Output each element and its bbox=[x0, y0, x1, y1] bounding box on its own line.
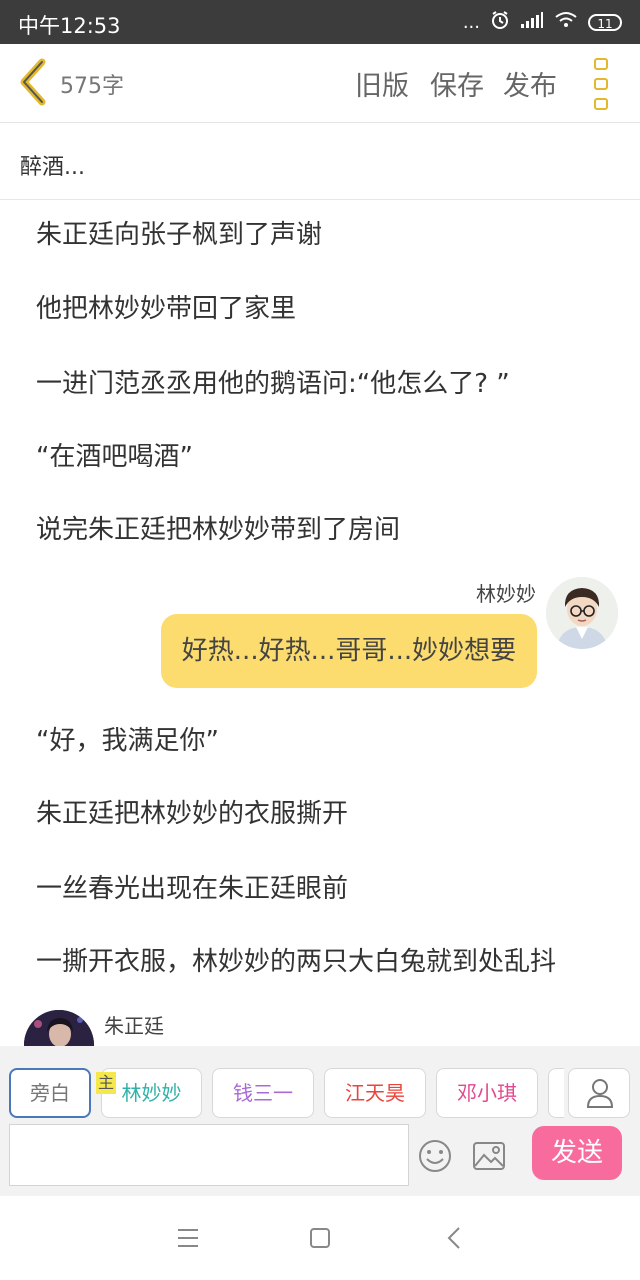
message-input[interactable] bbox=[9, 1124, 409, 1186]
status-time: 中午12:53 bbox=[18, 14, 121, 38]
old-version-button[interactable]: 旧版 bbox=[355, 64, 409, 103]
narration-line[interactable]: “在酒吧喝酒” bbox=[36, 436, 193, 473]
back-button[interactable] bbox=[14, 58, 54, 106]
home-nav-button[interactable] bbox=[300, 1218, 340, 1258]
narration-line[interactable]: 说完朱正廷把林妙妙带到了房间 bbox=[36, 509, 400, 546]
story-title: 醉酒... bbox=[20, 155, 85, 180]
more-dots-icon: ... bbox=[462, 11, 480, 33]
character-chip-linmiaomiao[interactable]: 林妙妙 bbox=[101, 1068, 202, 1118]
main-character-badge: 主 bbox=[96, 1072, 116, 1094]
send-button[interactable]: 发送 bbox=[532, 1126, 622, 1180]
avatar[interactable] bbox=[24, 1010, 94, 1046]
menu-icon bbox=[178, 1229, 198, 1247]
narration-line[interactable]: 一撕开衣服，林妙妙的两只大白兔就到处乱抖 bbox=[36, 941, 556, 978]
back-arrow-icon bbox=[447, 1227, 460, 1249]
battery-icon: 11 bbox=[588, 13, 622, 31]
home-square-icon bbox=[310, 1228, 330, 1248]
narration-line[interactable]: 一进门范丞丞用他的鹅语问:“他怎么了? ” bbox=[36, 363, 510, 400]
narration-line[interactable]: 朱正廷把林妙妙的衣服撕开 bbox=[36, 793, 348, 830]
menu-nav-button[interactable] bbox=[168, 1218, 208, 1258]
top-bar: 575字 旧版 保存 发布 bbox=[0, 44, 640, 123]
person-icon bbox=[586, 1079, 614, 1108]
speaker-name: 朱正廷 bbox=[104, 1014, 164, 1038]
avatar[interactable] bbox=[546, 577, 618, 649]
narration-line[interactable]: 朱正廷向张子枫到了声谢 bbox=[36, 214, 322, 251]
dialogue-bubble[interactable]: 好热...好热...哥哥...妙妙想要 bbox=[161, 614, 537, 688]
speaker-name: 林妙妙 bbox=[476, 582, 536, 606]
wifi-icon bbox=[554, 11, 578, 34]
manage-characters-button[interactable] bbox=[568, 1068, 630, 1118]
narration-line[interactable]: 一丝春光出现在朱正廷眼前 bbox=[36, 868, 348, 905]
navigation-bar bbox=[0, 1196, 640, 1280]
character-chip-jiangtianhao[interactable]: 江天昊 bbox=[324, 1068, 426, 1118]
emoji-button[interactable] bbox=[415, 1136, 455, 1176]
publish-button[interactable]: 发布 bbox=[503, 64, 557, 103]
back-nav-button[interactable] bbox=[434, 1218, 474, 1258]
story-title-row[interactable]: 醉酒... bbox=[0, 123, 640, 200]
menu-square-icon bbox=[594, 58, 608, 70]
status-icons: ... 11 bbox=[463, 10, 622, 34]
alarm-icon bbox=[490, 10, 510, 35]
word-count: 575字 bbox=[60, 74, 124, 99]
chevron-left-icon bbox=[20, 58, 46, 106]
character-chip-partial[interactable] bbox=[548, 1068, 564, 1118]
menu-square-icon bbox=[594, 98, 608, 110]
narration-line[interactable]: 他把林妙妙带回了家里 bbox=[36, 288, 296, 325]
character-chip-narrator[interactable]: 旁白 bbox=[9, 1068, 91, 1118]
signal-icon bbox=[520, 11, 544, 34]
image-button[interactable] bbox=[469, 1136, 509, 1176]
character-chip-dengxiaoqi[interactable]: 邓小琪 bbox=[436, 1068, 538, 1118]
menu-square-icon bbox=[594, 78, 608, 90]
menu-button[interactable] bbox=[594, 58, 614, 110]
character-chip-qiansanyi[interactable]: 钱三一 bbox=[212, 1068, 314, 1118]
image-icon bbox=[473, 1142, 505, 1170]
narration-line[interactable]: “好，我满足你” bbox=[36, 720, 219, 757]
status-bar: 中午12:53 ... 11 bbox=[0, 0, 640, 44]
save-button[interactable]: 保存 bbox=[430, 64, 484, 103]
smiley-icon bbox=[419, 1140, 451, 1172]
